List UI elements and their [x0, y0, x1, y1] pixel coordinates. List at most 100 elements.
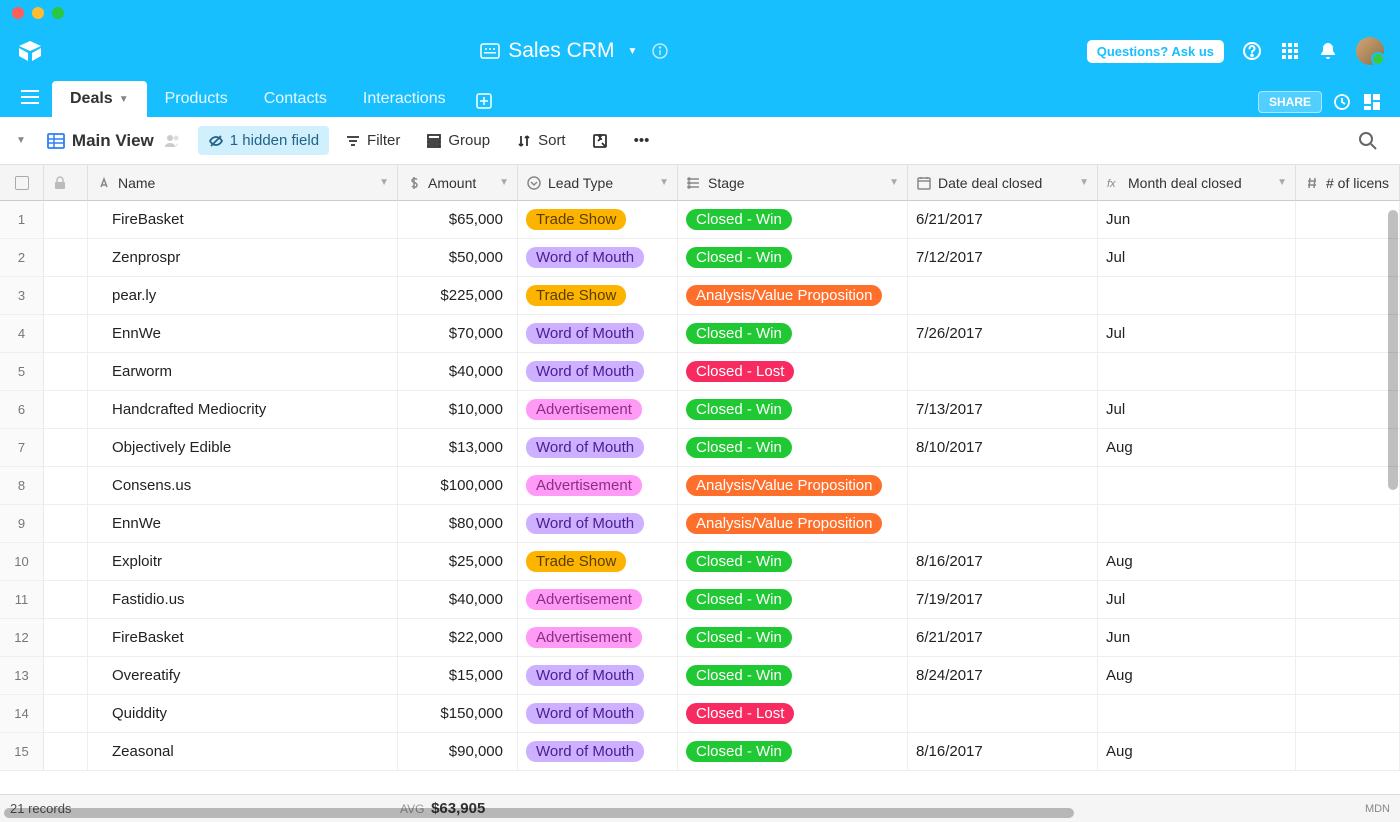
- close-window-button[interactable]: [12, 7, 24, 19]
- tab-interactions[interactable]: Interactions: [345, 81, 464, 117]
- avatar[interactable]: [1356, 37, 1384, 65]
- cell-name[interactable]: Exploitr: [88, 543, 398, 581]
- cell-amount[interactable]: $40,000: [398, 353, 518, 391]
- tables-menu-icon[interactable]: [14, 81, 46, 113]
- cell-date-closed[interactable]: 8/16/2017: [908, 733, 1098, 771]
- column-header-date-closed[interactable]: Date deal closed▼: [908, 165, 1098, 201]
- cell-name[interactable]: Handcrafted Mediocrity: [88, 391, 398, 429]
- column-header-licenses[interactable]: # of licens: [1296, 165, 1400, 201]
- cell-date-closed[interactable]: [908, 505, 1098, 543]
- base-title[interactable]: Sales CRM: [508, 39, 614, 63]
- cell-name[interactable]: EnnWe: [88, 505, 398, 543]
- cell-stage[interactable]: Closed - Win: [678, 581, 908, 619]
- cell-lead-type[interactable]: Advertisement: [518, 619, 678, 657]
- cell-date-closed[interactable]: 6/21/2017: [908, 201, 1098, 239]
- cell-stage[interactable]: Analysis/Value Proposition: [678, 467, 908, 505]
- row-number[interactable]: 6: [0, 391, 44, 429]
- cell-lead-type[interactable]: Advertisement: [518, 467, 678, 505]
- cell-month-closed[interactable]: [1098, 277, 1296, 315]
- cell-amount[interactable]: $15,000: [398, 657, 518, 695]
- cell-licenses[interactable]: [1296, 277, 1400, 315]
- cell-name[interactable]: EnnWe: [88, 315, 398, 353]
- cell-licenses[interactable]: [1296, 543, 1400, 581]
- cell-lead-type[interactable]: Word of Mouth: [518, 353, 678, 391]
- row-number[interactable]: 13: [0, 657, 44, 695]
- cell-date-closed[interactable]: 8/10/2017: [908, 429, 1098, 467]
- row-expand[interactable]: [44, 315, 88, 353]
- cell-amount[interactable]: $150,000: [398, 695, 518, 733]
- cell-name[interactable]: Zeasonal: [88, 733, 398, 771]
- row-number[interactable]: 10: [0, 543, 44, 581]
- cell-date-closed[interactable]: 7/12/2017: [908, 239, 1098, 277]
- cell-stage[interactable]: Closed - Win: [678, 315, 908, 353]
- cell-licenses[interactable]: [1296, 201, 1400, 239]
- cell-lead-type[interactable]: Word of Mouth: [518, 239, 678, 277]
- hidden-fields-button[interactable]: 1 hidden field: [198, 126, 329, 155]
- select-all-checkbox[interactable]: [0, 165, 44, 201]
- row-number[interactable]: 15: [0, 733, 44, 771]
- column-header-amount[interactable]: Amount▼: [398, 165, 518, 201]
- row-expand[interactable]: [44, 695, 88, 733]
- horizontal-scrollbar[interactable]: [4, 808, 1074, 818]
- more-button[interactable]: •••: [624, 126, 660, 155]
- cell-name[interactable]: FireBasket: [88, 619, 398, 657]
- cell-name[interactable]: Overeatify: [88, 657, 398, 695]
- cell-lead-type[interactable]: Word of Mouth: [518, 695, 678, 733]
- row-expand[interactable]: [44, 505, 88, 543]
- views-menu-button[interactable]: ▼: [12, 129, 30, 152]
- cell-stage[interactable]: Closed - Lost: [678, 353, 908, 391]
- minimize-window-button[interactable]: [32, 7, 44, 19]
- cell-month-closed[interactable]: Jul: [1098, 391, 1296, 429]
- share-button[interactable]: SHARE: [1258, 91, 1322, 113]
- cell-stage[interactable]: Closed - Win: [678, 201, 908, 239]
- cell-licenses[interactable]: [1296, 429, 1400, 467]
- cell-name[interactable]: pear.ly: [88, 277, 398, 315]
- cell-lead-type[interactable]: Word of Mouth: [518, 505, 678, 543]
- view-switcher[interactable]: Main View: [36, 125, 192, 157]
- cell-licenses[interactable]: [1296, 619, 1400, 657]
- row-expand[interactable]: [44, 657, 88, 695]
- row-expand[interactable]: [44, 543, 88, 581]
- cell-licenses[interactable]: [1296, 657, 1400, 695]
- row-expand[interactable]: [44, 467, 88, 505]
- row-number[interactable]: 11: [0, 581, 44, 619]
- sort-button[interactable]: Sort: [506, 126, 576, 155]
- cell-month-closed[interactable]: [1098, 695, 1296, 733]
- logo-icon[interactable]: [16, 37, 44, 65]
- cell-licenses[interactable]: [1296, 581, 1400, 619]
- row-expand[interactable]: [44, 277, 88, 315]
- row-number[interactable]: 12: [0, 619, 44, 657]
- row-number[interactable]: 3: [0, 277, 44, 315]
- cell-name[interactable]: Consens.us: [88, 467, 398, 505]
- cell-name[interactable]: FireBasket: [88, 201, 398, 239]
- cell-licenses[interactable]: [1296, 391, 1400, 429]
- cell-licenses[interactable]: [1296, 733, 1400, 771]
- cell-month-closed[interactable]: Jun: [1098, 201, 1296, 239]
- cell-lead-type[interactable]: Word of Mouth: [518, 657, 678, 695]
- row-expand[interactable]: [44, 391, 88, 429]
- cell-date-closed[interactable]: [908, 353, 1098, 391]
- row-expand[interactable]: [44, 239, 88, 277]
- row-number[interactable]: 9: [0, 505, 44, 543]
- cell-name[interactable]: Quiddity: [88, 695, 398, 733]
- cell-month-closed[interactable]: Aug: [1098, 429, 1296, 467]
- cell-amount[interactable]: $13,000: [398, 429, 518, 467]
- cell-amount[interactable]: $225,000: [398, 277, 518, 315]
- history-icon[interactable]: [1332, 92, 1352, 112]
- cell-amount[interactable]: $22,000: [398, 619, 518, 657]
- cell-date-closed[interactable]: [908, 467, 1098, 505]
- tab-deals[interactable]: Deals▼: [52, 81, 147, 117]
- tab-contacts[interactable]: Contacts: [246, 81, 345, 117]
- cell-month-closed[interactable]: Jul: [1098, 315, 1296, 353]
- row-number[interactable]: 4: [0, 315, 44, 353]
- row-number[interactable]: 2: [0, 239, 44, 277]
- cell-month-closed[interactable]: Jul: [1098, 581, 1296, 619]
- row-number[interactable]: 5: [0, 353, 44, 391]
- cell-lead-type[interactable]: Advertisement: [518, 581, 678, 619]
- cell-month-closed[interactable]: [1098, 505, 1296, 543]
- cell-month-closed[interactable]: Aug: [1098, 733, 1296, 771]
- chevron-down-icon[interactable]: ▼: [622, 41, 642, 61]
- column-header-lead-type[interactable]: Lead Type▼: [518, 165, 678, 201]
- cell-date-closed[interactable]: [908, 695, 1098, 733]
- cell-amount[interactable]: $50,000: [398, 239, 518, 277]
